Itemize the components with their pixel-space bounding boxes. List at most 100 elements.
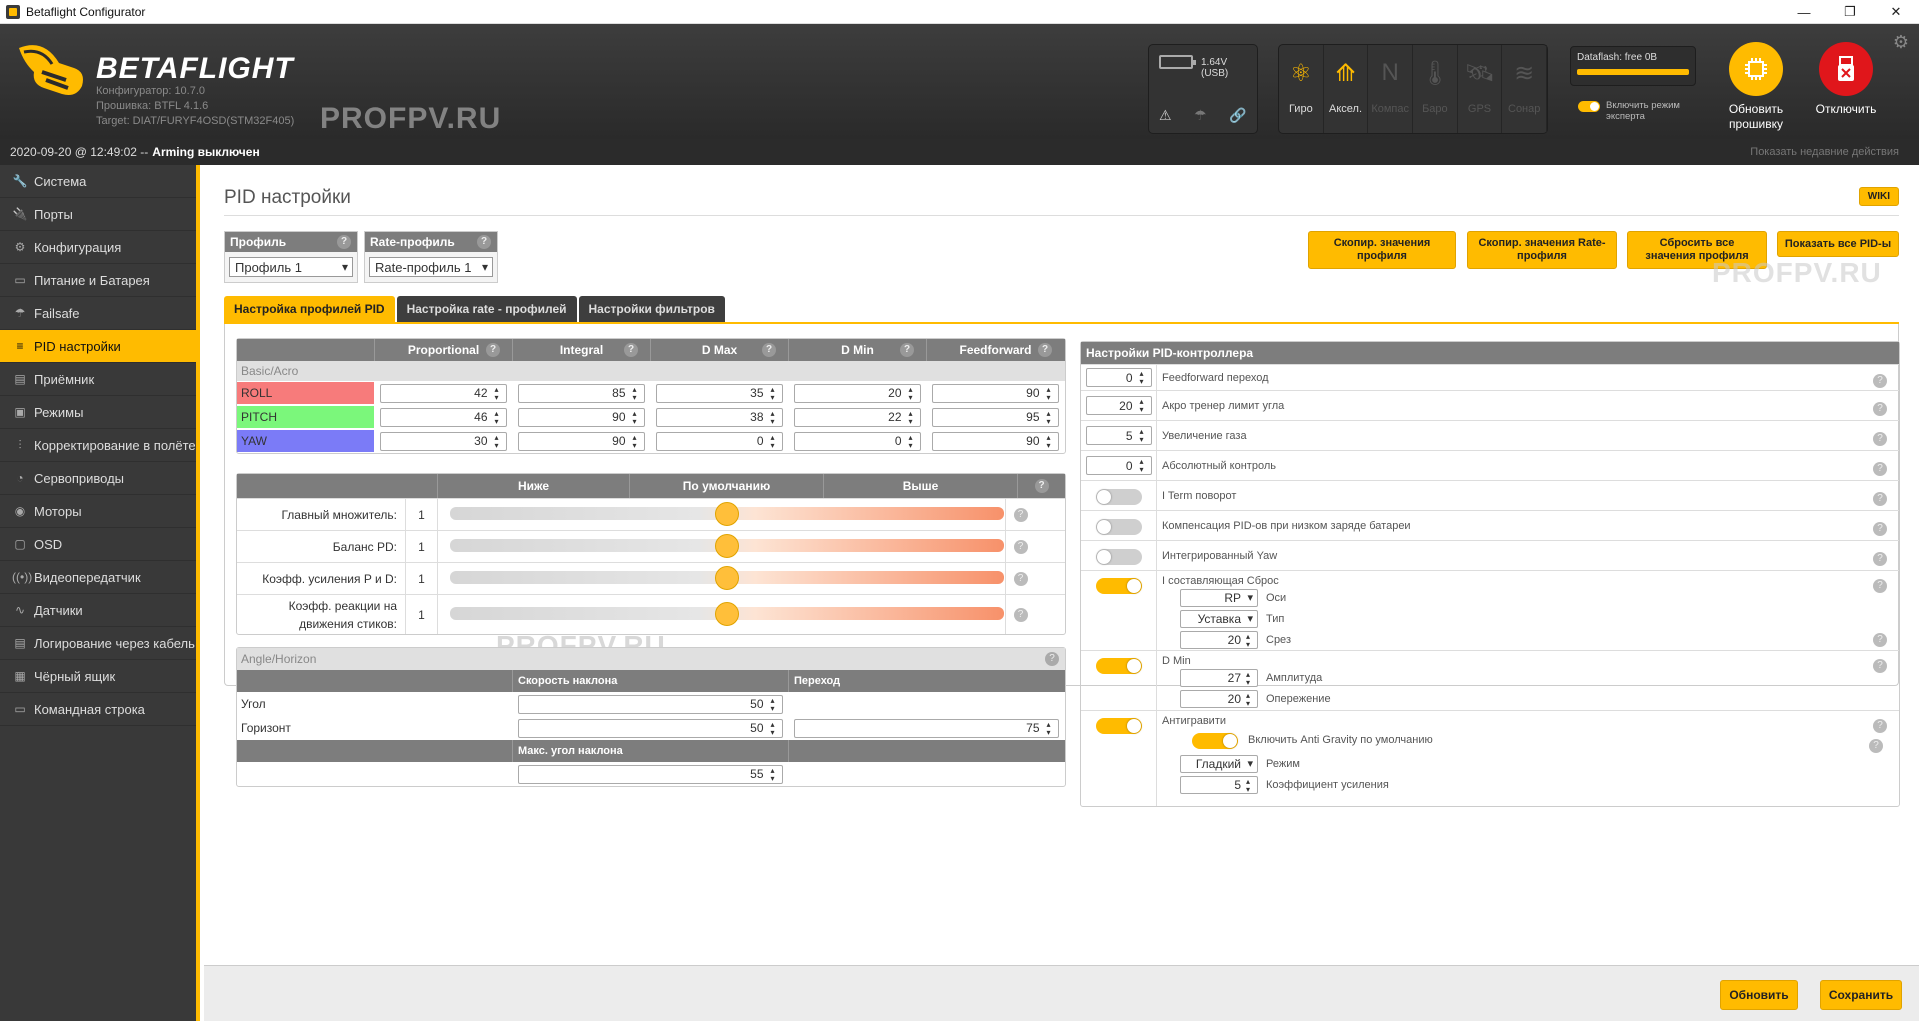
integrated-yaw-toggle[interactable] bbox=[1095, 549, 1142, 565]
tab-1[interactable]: Настройка rate - профилей bbox=[396, 296, 577, 322]
help-icon[interactable]: ? bbox=[762, 343, 776, 357]
sidebar-item-wrench[interactable]: 🔧 Система bbox=[0, 165, 196, 198]
help-icon[interactable]: ? bbox=[1873, 633, 1887, 647]
pid-input[interactable]: 90 bbox=[517, 407, 645, 427]
save-button[interactable]: Сохранить bbox=[1820, 980, 1902, 1010]
pid-input[interactable]: 22 bbox=[793, 407, 921, 427]
help-icon[interactable]: ? bbox=[1013, 539, 1028, 554]
help-icon[interactable]: ? bbox=[1873, 659, 1887, 673]
slider-track[interactable] bbox=[437, 499, 1005, 530]
sidebar-item-gear[interactable]: ⚙ Конфигурация bbox=[0, 231, 196, 264]
help-icon[interactable]: ? bbox=[1034, 479, 1049, 493]
help-icon[interactable]: ? bbox=[1013, 607, 1028, 622]
help-icon[interactable]: ? bbox=[1873, 579, 1887, 593]
iterm-relax-type-select[interactable]: Уставка bbox=[1180, 609, 1258, 628]
help-icon[interactable]: ? bbox=[1873, 492, 1887, 506]
expert-mode-toggle[interactable]: Включить режим эксперта bbox=[1578, 100, 1716, 122]
sidebar-item-sliders[interactable]: ≡ PID настройки bbox=[0, 330, 196, 363]
slider-handle[interactable] bbox=[715, 502, 739, 526]
disconnect-button[interactable]: Отключить bbox=[1796, 42, 1896, 117]
antigravity-mode-select[interactable]: Гладкий bbox=[1180, 754, 1258, 773]
sidebar-item-osd[interactable]: ▢ OSD bbox=[0, 528, 196, 561]
help-icon[interactable]: ? bbox=[1038, 343, 1052, 357]
pid-input[interactable]: 30 bbox=[379, 431, 507, 451]
help-icon[interactable]: ? bbox=[900, 343, 914, 357]
pid-input[interactable]: 0 bbox=[793, 431, 921, 451]
iterm-relax-cutoff-input[interactable]: 20 bbox=[1180, 630, 1258, 649]
profile-select[interactable]: Профиль 1 bbox=[229, 257, 353, 277]
pid-input[interactable]: 95 bbox=[931, 407, 1059, 427]
wiki-button[interactable]: WIKI bbox=[1858, 187, 1899, 206]
angle-rate-input[interactable]: 50 bbox=[517, 694, 783, 714]
slider-handle[interactable] bbox=[715, 602, 739, 626]
absolute-control-input[interactable]: 0 bbox=[1085, 456, 1152, 475]
sidebar-item-cli[interactable]: ▭ Командная строка bbox=[0, 693, 196, 726]
help-icon[interactable]: ? bbox=[1873, 522, 1887, 536]
copy-rate-profile-button[interactable]: Скопир. значения Rate-профиля bbox=[1467, 231, 1617, 269]
help-icon[interactable]: ? bbox=[1869, 739, 1883, 753]
pid-input[interactable]: 20 bbox=[793, 383, 921, 403]
settings-gear-icon[interactable]: ⚙ bbox=[1893, 32, 1909, 53]
dmin-toggle[interactable] bbox=[1095, 658, 1142, 674]
copy-profile-button[interactable]: Скопир. значения профиля bbox=[1308, 231, 1456, 269]
pid-input[interactable]: 0 bbox=[655, 431, 783, 451]
help-icon[interactable]: ? bbox=[337, 235, 351, 249]
ff-transition-input[interactable]: 0 bbox=[1085, 368, 1152, 387]
pid-input[interactable]: 35 bbox=[655, 383, 783, 403]
tab-2[interactable]: Настройки фильтров bbox=[578, 296, 725, 322]
pid-input[interactable]: 38 bbox=[655, 407, 783, 427]
help-icon[interactable]: ? bbox=[624, 343, 638, 357]
antigravity-default-toggle[interactable] bbox=[1192, 733, 1238, 749]
dmin-gain-input[interactable]: 27 bbox=[1180, 668, 1258, 687]
sidebar-item-battery[interactable]: ▭ Питание и Батарея bbox=[0, 264, 196, 297]
help-icon[interactable]: ? bbox=[1873, 374, 1887, 388]
sidebar-item-vtx[interactable]: ((•)) Видеопередатчик bbox=[0, 561, 196, 594]
max-angle-input[interactable]: 55 bbox=[517, 764, 783, 784]
help-icon[interactable]: ? bbox=[1873, 462, 1887, 476]
throttle-boost-input[interactable]: 5 bbox=[1085, 426, 1152, 445]
show-recent-actions-link[interactable]: Показать недавние действия bbox=[1750, 146, 1899, 158]
slider-track[interactable] bbox=[437, 595, 1005, 634]
pid-input[interactable]: 46 bbox=[379, 407, 507, 427]
close-button[interactable]: ✕ bbox=[1873, 0, 1919, 24]
sidebar-item-receiver[interactable]: ▤ Приёмник bbox=[0, 363, 196, 396]
iterm-relax-toggle[interactable] bbox=[1095, 578, 1142, 594]
help-icon[interactable]: ? bbox=[1045, 652, 1059, 666]
help-icon[interactable]: ? bbox=[1873, 402, 1887, 416]
tab-0[interactable]: Настройка профилей PID bbox=[224, 296, 395, 322]
help-icon[interactable]: ? bbox=[1873, 719, 1887, 733]
refresh-button[interactable]: Обновить bbox=[1720, 980, 1798, 1010]
vbat-comp-toggle[interactable] bbox=[1095, 519, 1142, 535]
iterm-relax-axes-select[interactable]: RP bbox=[1180, 588, 1258, 607]
help-icon[interactable]: ? bbox=[1013, 507, 1028, 522]
antigravity-toggle[interactable] bbox=[1095, 718, 1142, 734]
horizon-transition-input[interactable]: 75 bbox=[793, 718, 1059, 738]
sidebar-item-blackbox[interactable]: ▦ Чёрный ящик bbox=[0, 660, 196, 693]
help-icon[interactable]: ? bbox=[477, 235, 491, 249]
acro-trainer-input[interactable]: 20 bbox=[1085, 396, 1152, 415]
pid-input[interactable]: 90 bbox=[931, 431, 1059, 451]
help-icon[interactable]: ? bbox=[486, 343, 500, 357]
minimize-button[interactable]: — bbox=[1781, 0, 1827, 24]
pid-input[interactable]: 90 bbox=[931, 383, 1059, 403]
flash-firmware-button[interactable]: Обновить прошивку bbox=[1706, 42, 1806, 132]
expert-mode-switch[interactable] bbox=[1578, 101, 1600, 112]
pid-input[interactable]: 42 bbox=[379, 383, 507, 403]
slider-track[interactable] bbox=[437, 531, 1005, 562]
dmin-advance-input[interactable]: 20 bbox=[1180, 689, 1258, 708]
sidebar-item-plug[interactable]: 🔌 Порты bbox=[0, 198, 196, 231]
help-icon[interactable]: ? bbox=[1013, 571, 1028, 586]
slider-handle[interactable] bbox=[715, 566, 739, 590]
iterm-rotation-toggle[interactable] bbox=[1095, 489, 1142, 505]
sidebar-item-motor[interactable]: ◉ Моторы bbox=[0, 495, 196, 528]
show-all-pids-button[interactable]: Показать все PID-ы bbox=[1777, 231, 1899, 257]
pid-input[interactable]: 85 bbox=[517, 383, 645, 403]
antigravity-gain-input[interactable]: 5 bbox=[1180, 775, 1258, 794]
help-icon[interactable]: ? bbox=[1873, 432, 1887, 446]
pid-input[interactable]: 90 bbox=[517, 431, 645, 451]
rate-profile-select[interactable]: Rate-профиль 1 bbox=[369, 257, 493, 277]
sidebar-item-adjust[interactable]: ⫶ Корректирование в полёте bbox=[0, 429, 196, 462]
help-icon[interactable]: ? bbox=[1873, 552, 1887, 566]
sidebar-item-log[interactable]: ▤ Логирование через кабель bbox=[0, 627, 196, 660]
slider-track[interactable] bbox=[437, 563, 1005, 594]
